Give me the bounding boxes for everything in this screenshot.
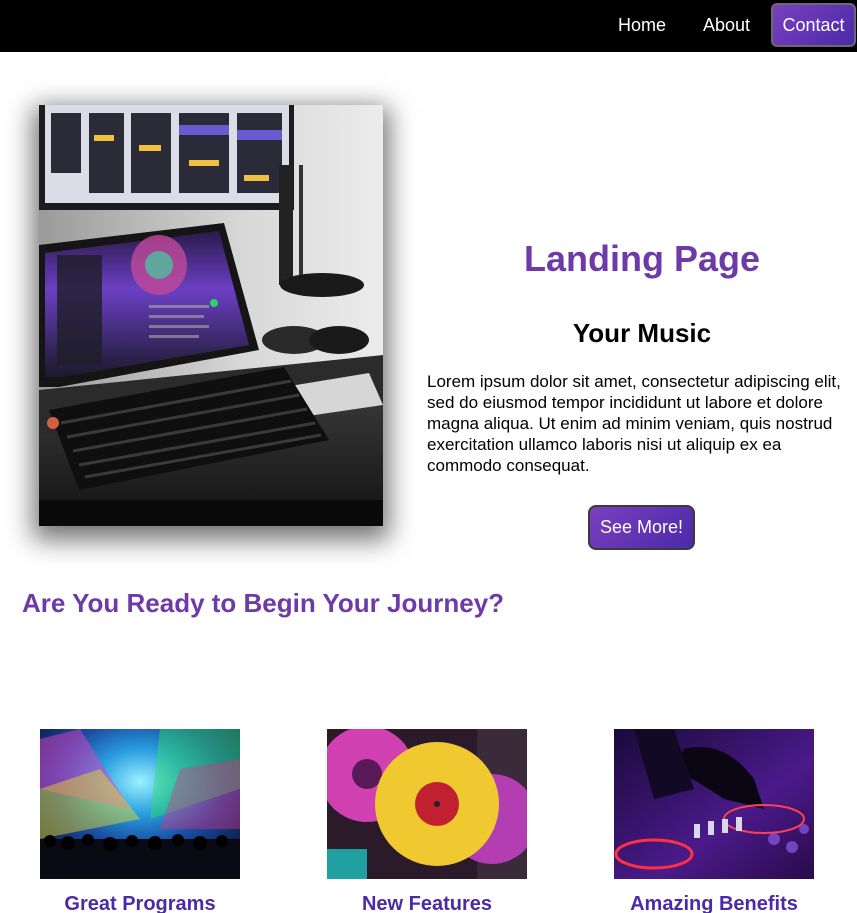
card-title: New Features <box>361 893 493 913</box>
vinyl-records-image <box>327 729 527 879</box>
hero-description: Lorem ipsum dolor sit amet, consectetur … <box>427 372 841 475</box>
nav-home-link[interactable]: Home <box>618 3 666 47</box>
card-new-features: New Features <box>327 729 527 913</box>
card-title: Great Programs <box>64 893 216 913</box>
card-title: Amazing Benefits <box>630 893 798 913</box>
card-great-programs: Great Programs <box>40 729 240 913</box>
see-more-button[interactable]: See More! <box>588 505 695 550</box>
dj-mixer-image <box>614 729 814 879</box>
journey-heading: Are You Ready to Begin Your Journey? <box>22 588 505 618</box>
nav-contact-button[interactable]: Contact <box>771 3 856 47</box>
concert-image <box>40 729 240 879</box>
hero-image <box>39 105 383 526</box>
card-amazing-benefits: Amazing Benefits <box>614 729 814 913</box>
hero-subtitle: Your Music <box>572 318 712 348</box>
nav-about-link[interactable]: About <box>703 3 750 47</box>
top-navbar: Home About Contact <box>0 0 857 52</box>
page-title: Landing Page <box>523 238 761 279</box>
